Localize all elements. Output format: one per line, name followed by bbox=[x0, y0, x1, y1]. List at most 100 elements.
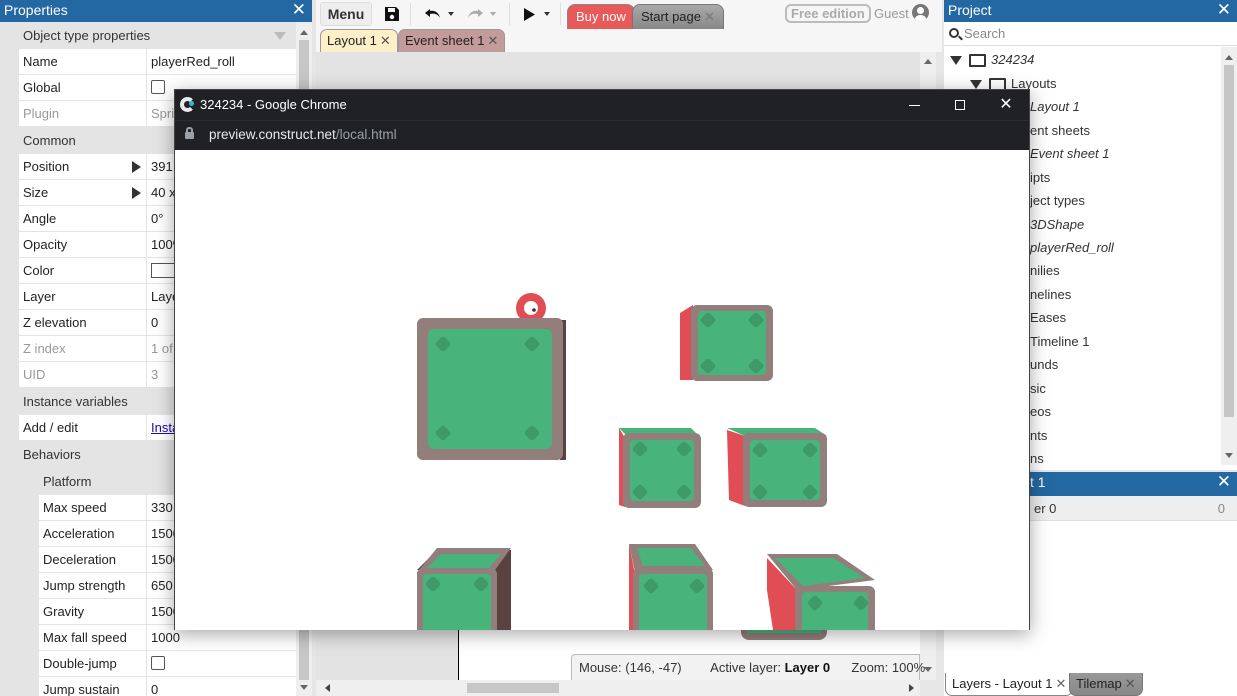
global-checkbox[interactable] bbox=[151, 80, 165, 94]
scroll-up-icon[interactable] bbox=[300, 30, 308, 35]
scroll-up-icon[interactable] bbox=[1225, 55, 1233, 60]
tab-layers-layout-1[interactable]: Layers - Layout 1 ✕ bbox=[945, 673, 1074, 696]
expand-icon[interactable] bbox=[970, 80, 982, 90]
layout-horizontal-scrollbar[interactable] bbox=[316, 680, 920, 696]
undo-button[interactable] bbox=[424, 3, 454, 25]
close-icon[interactable]: ✕ bbox=[1217, 0, 1231, 20]
maximize-button[interactable] bbox=[937, 90, 983, 120]
scroll-left-icon[interactable] bbox=[325, 684, 330, 692]
tree-item[interactable]: 3DShape bbox=[1030, 213, 1084, 236]
prop-key: Gravity bbox=[39, 599, 147, 624]
active-layer-value: Layer 0 bbox=[784, 660, 831, 675]
tree-item[interactable]: ipts bbox=[1030, 166, 1050, 189]
tree-item[interactable]: playerRed_roll bbox=[1030, 236, 1114, 259]
tree-item[interactable]: Event sheet 1 bbox=[1030, 142, 1110, 165]
prop-key: Global bbox=[19, 75, 147, 100]
save-button[interactable] bbox=[384, 3, 400, 25]
start-page-tab[interactable]: Start page ✕ bbox=[632, 4, 724, 29]
expand-arrow-icon[interactable] bbox=[132, 161, 141, 173]
prop-row-name[interactable]: Name playerRed_roll bbox=[19, 49, 296, 75]
chrome-preview-window[interactable]: 324234 - Google Chrome ✕ preview.constru… bbox=[174, 89, 1030, 630]
url-path: /local.html bbox=[335, 127, 397, 142]
preview-button[interactable] bbox=[524, 3, 550, 25]
chrome-title-bar[interactable]: 324234 - Google Chrome ✕ bbox=[175, 90, 1029, 120]
undo-dropdown-icon[interactable] bbox=[448, 12, 454, 16]
user-name[interactable]: Guest bbox=[874, 6, 909, 21]
tree-item[interactable]: ent sheets bbox=[1030, 119, 1090, 142]
expand-arrow-icon[interactable] bbox=[132, 187, 141, 199]
tree-item[interactable]: Timeline 1 bbox=[1030, 330, 1089, 353]
prop-row-double-jump[interactable]: Double-jump bbox=[39, 651, 296, 677]
active-layer-label: Active layer: bbox=[710, 660, 781, 675]
prop-key: Opacity bbox=[19, 232, 147, 257]
tree-item-project-root[interactable]: 324234 bbox=[950, 48, 1034, 71]
prop-key: Max speed bbox=[39, 495, 147, 520]
close-tab-icon[interactable]: ✕ bbox=[488, 33, 499, 48]
prop-row-jump-sustain[interactable]: Jump sustain 0 bbox=[39, 677, 296, 696]
search-placeholder: Search bbox=[964, 26, 1006, 41]
redo-button[interactable] bbox=[466, 3, 496, 25]
game-scene bbox=[417, 293, 875, 630]
tab-layout-1[interactable]: Layout 1 ✕ bbox=[320, 29, 398, 52]
cube-sprite bbox=[629, 544, 713, 630]
project-search-input[interactable]: Search bbox=[944, 22, 1237, 46]
minimize-button[interactable] bbox=[891, 90, 937, 120]
close-tab-icon[interactable]: ✕ bbox=[704, 9, 715, 24]
window-title: 324234 - Google Chrome bbox=[200, 97, 347, 112]
expand-icon[interactable] bbox=[950, 56, 962, 66]
game-preview-viewport[interactable] bbox=[175, 150, 1029, 630]
cube-sprite bbox=[767, 554, 875, 630]
tree-item[interactable]: ject types bbox=[1030, 189, 1085, 212]
user-avatar-icon[interactable] bbox=[912, 4, 929, 21]
prop-key: Add / edit bbox=[19, 415, 147, 440]
preview-dropdown-icon[interactable] bbox=[544, 12, 550, 16]
mouse-coordinates: (146, -47) bbox=[625, 660, 682, 675]
double-jump-checkbox[interactable] bbox=[151, 656, 165, 670]
tree-item[interactable]: sic bbox=[1030, 377, 1046, 400]
tree-item[interactable]: nilies bbox=[1030, 259, 1060, 282]
toolbar-divider bbox=[509, 3, 510, 25]
close-icon[interactable]: ✕ bbox=[1217, 472, 1231, 492]
jump-sustain-field[interactable]: 0 bbox=[147, 677, 296, 696]
mouse-label: Mouse: bbox=[579, 660, 622, 675]
prop-key: Deceleration bbox=[39, 547, 147, 572]
close-tab-icon[interactable]: ✕ bbox=[1125, 676, 1136, 691]
section-object-type[interactable]: Object type properties bbox=[0, 22, 296, 49]
scroll-right-icon[interactable] bbox=[909, 684, 914, 692]
cube-sprite bbox=[727, 428, 827, 507]
name-field[interactable]: playerRed_roll bbox=[147, 49, 296, 74]
close-tab-icon[interactable]: ✕ bbox=[380, 33, 391, 48]
scroll-up-icon[interactable] bbox=[924, 59, 932, 64]
tab-label: Layers - Layout 1 bbox=[952, 676, 1053, 691]
redo-dropdown-icon[interactable] bbox=[490, 12, 496, 16]
close-tab-icon[interactable]: ✕ bbox=[1055, 676, 1066, 691]
prop-key: Jump sustain bbox=[39, 677, 147, 696]
cube-sprite bbox=[680, 305, 773, 381]
free-edition-badge[interactable]: Free edition bbox=[785, 4, 871, 23]
close-icon[interactable]: ✕ bbox=[292, 0, 306, 20]
collapse-icon[interactable] bbox=[274, 32, 286, 40]
scroll-thumb[interactable] bbox=[467, 683, 559, 693]
toolbar-divider bbox=[410, 3, 411, 25]
tab-tilemap[interactable]: Tilemap ✕ bbox=[1069, 673, 1143, 696]
scroll-down-icon[interactable] bbox=[1225, 453, 1233, 458]
scroll-down-icon[interactable] bbox=[300, 685, 308, 690]
tab-label: Tilemap bbox=[1076, 676, 1122, 691]
tree-item[interactable]: Layout 1 bbox=[1030, 95, 1080, 118]
address-bar[interactable]: preview.construct.net/local.html bbox=[175, 120, 1029, 150]
tree-item[interactable]: nelines bbox=[1030, 283, 1071, 306]
menu-button[interactable]: Menu bbox=[320, 2, 372, 26]
scroll-down-icon[interactable] bbox=[924, 667, 932, 672]
project-scrollbar[interactable] bbox=[1221, 47, 1237, 465]
buy-now-tab[interactable]: Buy now bbox=[567, 4, 635, 29]
tree-item[interactable]: Eases bbox=[1030, 306, 1066, 329]
tree-item[interactable]: unds bbox=[1030, 353, 1058, 376]
close-window-button[interactable]: ✕ bbox=[983, 90, 1029, 120]
tab-event-sheet-1[interactable]: Event sheet 1 ✕ bbox=[398, 29, 506, 52]
prop-key: Acceleration bbox=[39, 521, 147, 546]
scroll-thumb[interactable] bbox=[1224, 65, 1234, 417]
tree-item[interactable]: ns bbox=[1030, 447, 1044, 465]
tree-item[interactable]: nts bbox=[1030, 424, 1047, 447]
play-icon bbox=[524, 7, 535, 21]
tree-item[interactable]: eos bbox=[1030, 400, 1051, 423]
